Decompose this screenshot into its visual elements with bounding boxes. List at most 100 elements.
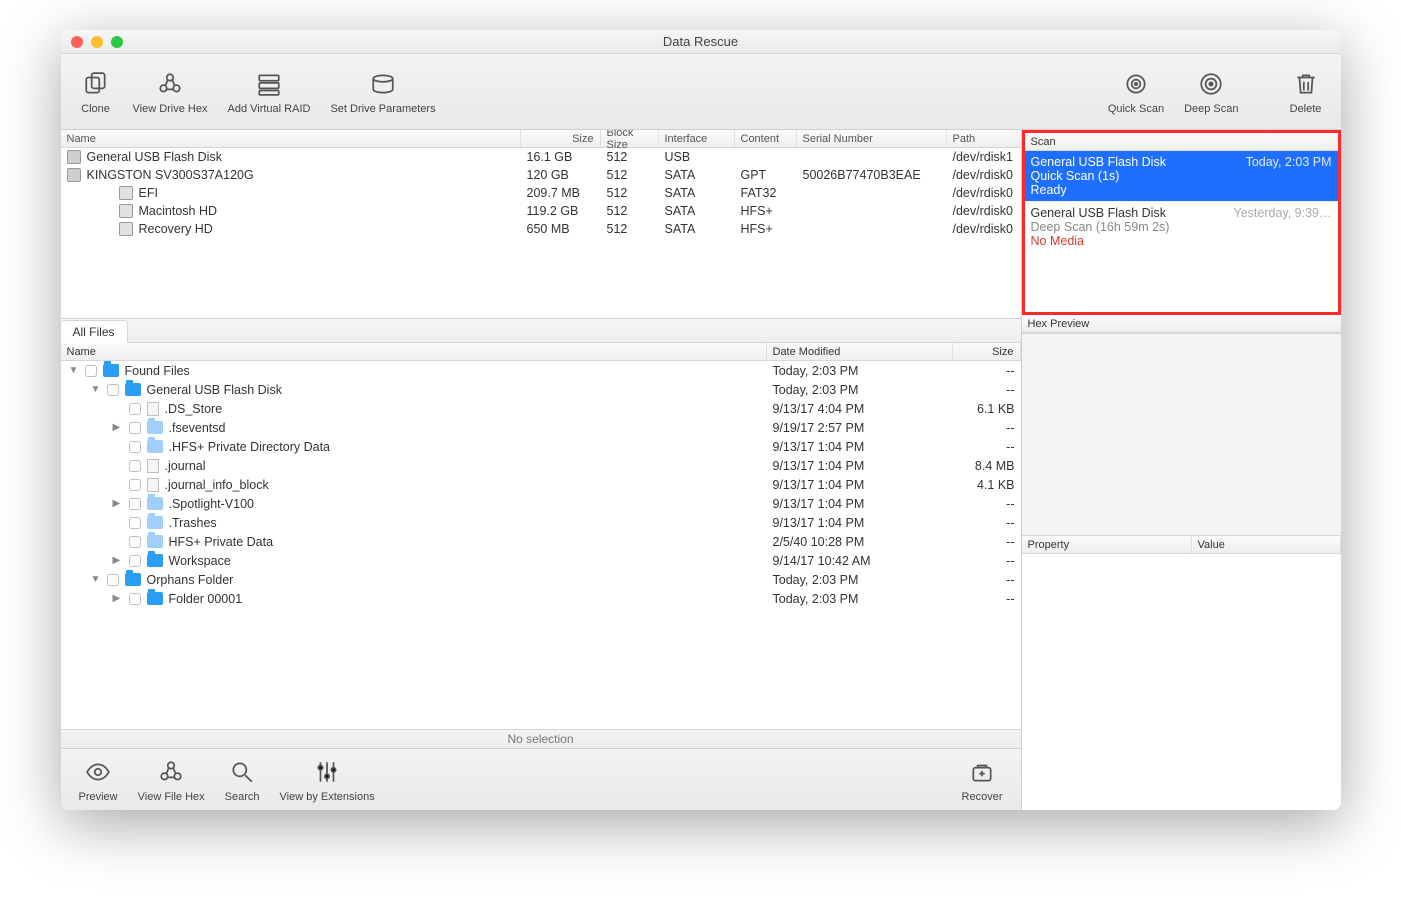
disclosure-triangle[interactable]: ▶ [113, 422, 123, 433]
col-header-interface[interactable]: Interface [659, 130, 735, 147]
files-col-date[interactable]: Date Modified [767, 343, 953, 360]
close-icon[interactable] [71, 36, 83, 48]
checkbox[interactable] [129, 422, 141, 434]
file-row[interactable]: .Trashes 9/13/17 1:04 PM -- [61, 513, 1021, 532]
file-row[interactable]: ▼ Orphans Folder Today, 2:03 PM -- [61, 570, 1021, 589]
clone-button[interactable]: Clone [69, 65, 123, 119]
col-header-path[interactable]: Path [947, 130, 1021, 147]
file-name-label: Workspace [169, 554, 231, 568]
file-row[interactable]: ▶ .Spotlight-V100 9/13/17 1:04 PM -- [61, 494, 1021, 513]
file-date: 9/19/17 2:57 PM [767, 421, 953, 435]
checkbox[interactable] [129, 555, 141, 567]
top-toolbar: Clone View Drive Hex Add Virtual RAID Se… [61, 54, 1341, 130]
disclosure-triangle[interactable]: ▶ [113, 555, 123, 566]
clone-label: Clone [81, 103, 110, 115]
set-drive-params-button[interactable]: Set Drive Parameters [320, 65, 445, 119]
disk-icon [119, 186, 133, 200]
checkbox[interactable] [107, 574, 119, 586]
deep-scan-button[interactable]: Deep Scan [1174, 65, 1248, 119]
delete-button[interactable]: Delete [1279, 65, 1333, 119]
drive-row[interactable]: Macintosh HD 119.2 GB 512 SATA HFS+ /dev… [61, 202, 1021, 220]
disclosure-triangle[interactable]: ▼ [91, 574, 101, 585]
disclosure-triangle[interactable]: ▼ [69, 365, 79, 376]
file-size: -- [953, 421, 1021, 435]
file-name-label: .journal [165, 459, 206, 473]
checkbox[interactable] [129, 441, 141, 453]
scan-item-time: Yesterday, 9:39… [1234, 206, 1332, 220]
file-row[interactable]: ▼ Found Files Today, 2:03 PM -- [61, 361, 1021, 380]
col-header-name[interactable]: Name [61, 130, 521, 147]
file-row[interactable]: HFS+ Private Data 2/5/40 10:28 PM -- [61, 532, 1021, 551]
view-drive-hex-button[interactable]: View Drive Hex [123, 65, 218, 119]
trash-icon [1289, 69, 1323, 99]
drive-name: General USB Flash Disk [87, 150, 222, 164]
drive-params-icon [366, 69, 400, 99]
view-file-hex-label: View File Hex [138, 791, 205, 803]
prop-col-header[interactable]: Property [1022, 536, 1192, 553]
disclosure-triangle[interactable]: ▼ [91, 384, 101, 395]
disclosure-triangle[interactable]: ▶ [113, 593, 123, 604]
scan-item-selected[interactable]: General USB Flash DiskToday, 2:03 PM Qui… [1025, 151, 1338, 201]
checkbox[interactable] [129, 517, 141, 529]
file-size: -- [953, 573, 1021, 587]
file-row[interactable]: ▶ Workspace 9/14/17 10:42 AM -- [61, 551, 1021, 570]
quick-scan-button[interactable]: Quick Scan [1098, 65, 1174, 119]
drive-name: Macintosh HD [139, 204, 218, 218]
file-row[interactable]: .DS_Store 9/13/17 4:04 PM 6.1 KB [61, 399, 1021, 418]
checkbox[interactable] [107, 384, 119, 396]
zoom-icon[interactable] [111, 36, 123, 48]
checkbox[interactable] [129, 460, 141, 472]
view-by-extensions-button[interactable]: View by Extensions [270, 753, 385, 807]
recover-icon [965, 757, 999, 787]
col-header-size[interactable]: Size [521, 130, 601, 147]
preview-button[interactable]: Preview [69, 753, 128, 807]
search-label: Search [225, 791, 260, 803]
hex-icon [153, 69, 187, 99]
scan-item-status: Ready [1031, 183, 1332, 197]
disclosure-triangle[interactable]: ▶ [113, 498, 123, 509]
file-date: Today, 2:03 PM [767, 383, 953, 397]
checkbox[interactable] [85, 365, 97, 377]
right-panel: Scan General USB Flash DiskToday, 2:03 P… [1021, 130, 1341, 810]
file-date: Today, 2:03 PM [767, 364, 953, 378]
file-size: -- [953, 535, 1021, 549]
checkbox[interactable] [129, 498, 141, 510]
file-row[interactable]: .HFS+ Private Directory Data 9/13/17 1:0… [61, 437, 1021, 456]
view-file-hex-button[interactable]: View File Hex [128, 753, 215, 807]
col-header-blocksize[interactable]: Block Size [601, 130, 659, 147]
file-row[interactable]: ▶ Folder 00001 Today, 2:03 PM -- [61, 589, 1021, 608]
file-row[interactable]: .journal 9/13/17 1:04 PM 8.4 MB [61, 456, 1021, 475]
scan-item-time: Today, 2:03 PM [1246, 155, 1332, 169]
file-row[interactable]: .journal_info_block 9/13/17 1:04 PM 4.1 … [61, 475, 1021, 494]
search-button[interactable]: Search [215, 753, 270, 807]
scan-header: Scan [1025, 133, 1338, 151]
file-row[interactable]: ▼ General USB Flash Disk Today, 2:03 PM … [61, 380, 1021, 399]
file-name-label: .Trashes [169, 516, 217, 530]
checkbox[interactable] [129, 479, 141, 491]
drive-row[interactable]: General USB Flash Disk 16.1 GB 512 USB /… [61, 148, 1021, 166]
scan-item[interactable]: General USB Flash DiskYesterday, 9:39… D… [1025, 201, 1338, 252]
delete-label: Delete [1290, 103, 1322, 115]
files-col-name[interactable]: Name [61, 343, 767, 360]
drive-row[interactable]: EFI 209.7 MB 512 SATA FAT32 /dev/rdisk0 [61, 184, 1021, 202]
drive-row[interactable]: KINGSTON SV300S37A120G 120 GB 512 SATA G… [61, 166, 1021, 184]
checkbox[interactable] [129, 536, 141, 548]
tab-all-files[interactable]: All Files [61, 320, 128, 343]
deep-scan-icon [1194, 69, 1228, 99]
checkbox[interactable] [129, 403, 141, 415]
files-col-size[interactable]: Size [953, 343, 1021, 360]
file-name-label: .journal_info_block [165, 478, 269, 492]
col-header-serial[interactable]: Serial Number [797, 130, 947, 147]
minimize-icon[interactable] [91, 36, 103, 48]
file-size: -- [953, 516, 1021, 530]
file-row[interactable]: ▶ .fseventsd 9/19/17 2:57 PM -- [61, 418, 1021, 437]
val-col-header[interactable]: Value [1192, 536, 1341, 553]
file-size: -- [953, 383, 1021, 397]
view-by-extensions-label: View by Extensions [280, 791, 375, 803]
checkbox[interactable] [129, 593, 141, 605]
drive-row[interactable]: Recovery HD 650 MB 512 SATA HFS+ /dev/rd… [61, 220, 1021, 238]
recover-button[interactable]: Recover [952, 753, 1013, 807]
disk-icon [119, 204, 133, 218]
add-virtual-raid-button[interactable]: Add Virtual RAID [218, 65, 321, 119]
col-header-content[interactable]: Content [735, 130, 797, 147]
